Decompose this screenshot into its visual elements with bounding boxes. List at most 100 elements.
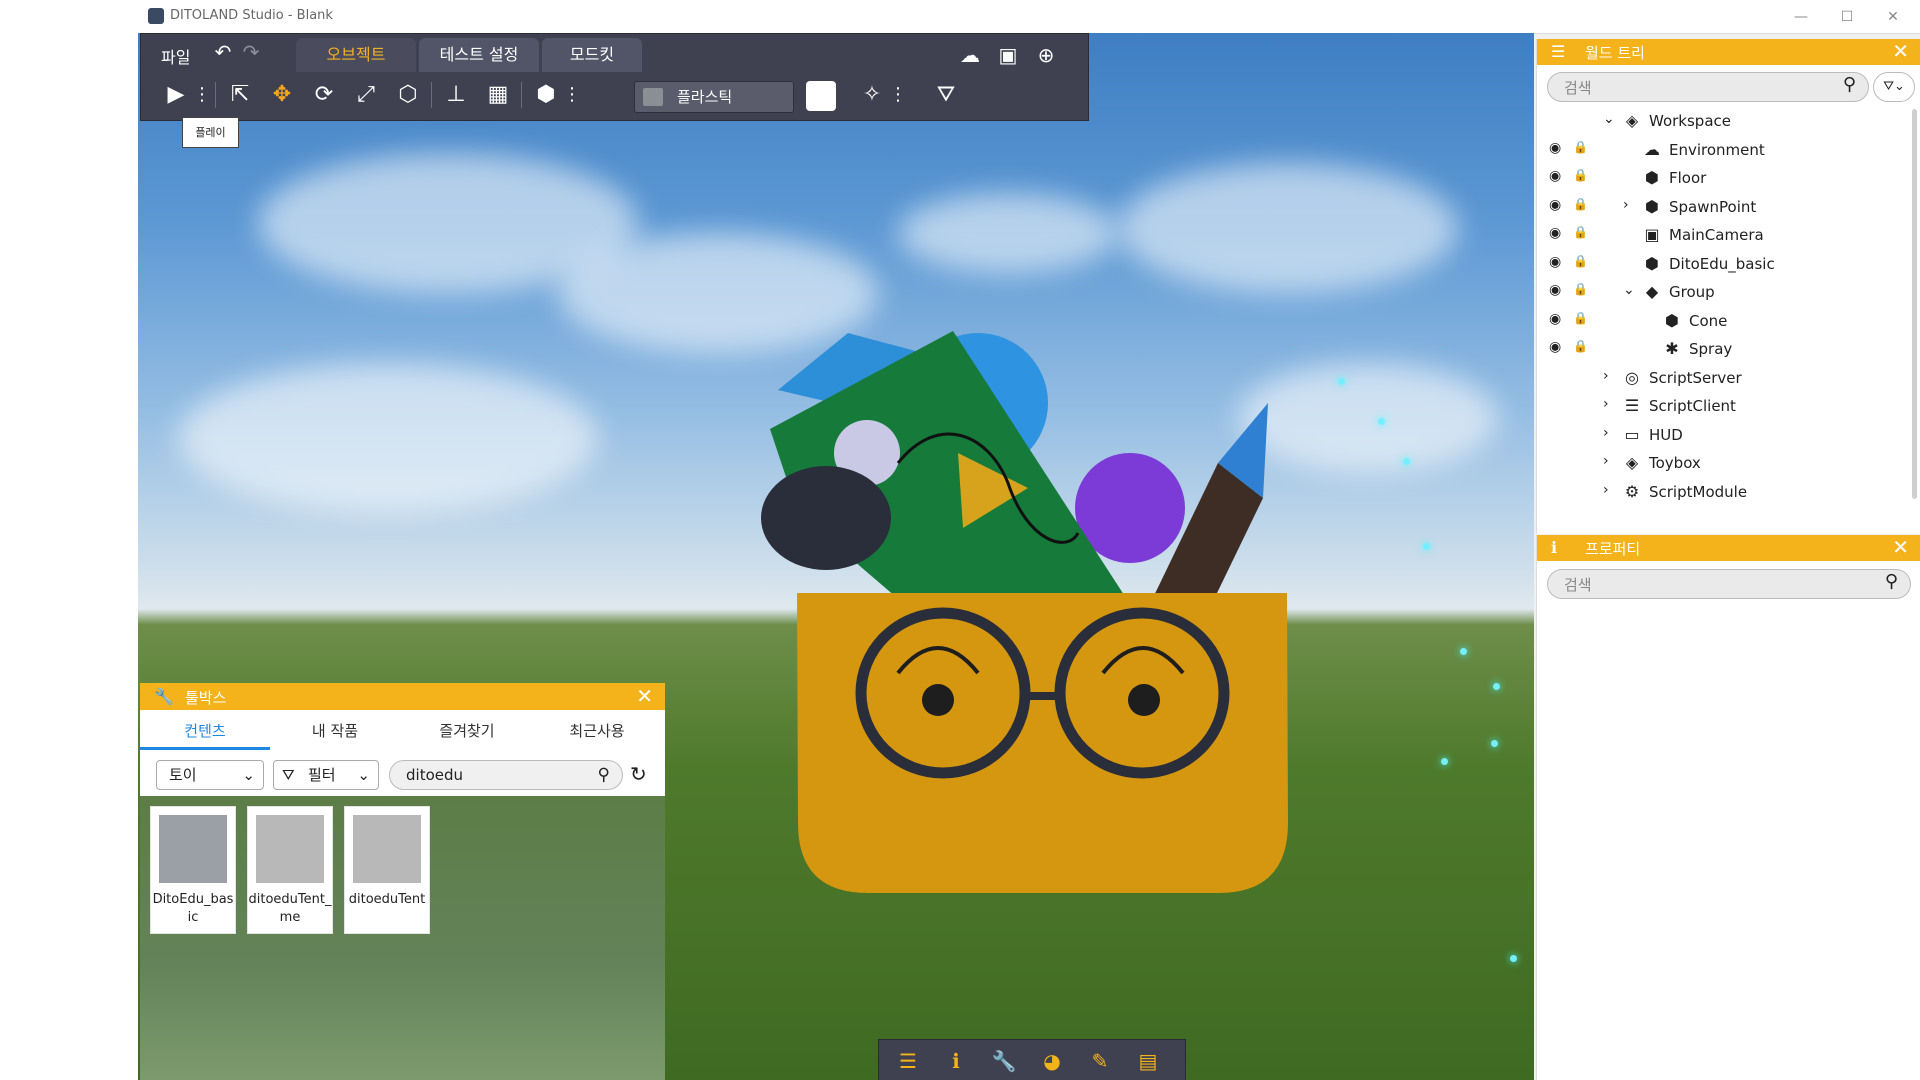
- search-icon[interactable]: ⚲: [598, 761, 610, 789]
- tree-node-label: SpawnPoint: [1669, 197, 1757, 216]
- rotate-tool-icon[interactable]: ⟳: [309, 80, 339, 110]
- tab-test-settings[interactable]: 테스트 설정: [419, 38, 539, 72]
- chevron-right-icon[interactable]: ›: [1603, 482, 1617, 498]
- tab-recent[interactable]: 최근사용: [532, 720, 662, 741]
- tab-favorites[interactable]: 즐겨찾기: [402, 720, 532, 741]
- select-tool-icon[interactable]: ⇱: [225, 80, 255, 110]
- transform-tool-icon[interactable]: ⬡: [393, 80, 423, 110]
- tree-node[interactable]: ◉ 🔒 ⬢ DitoEdu_basic: [1537, 250, 1920, 278]
- eye-icon[interactable]: ◉: [1549, 311, 1561, 327]
- file-menu[interactable]: 파일: [161, 44, 190, 68]
- lock-icon[interactable]: 🔒: [1573, 254, 1588, 268]
- tree-node[interactable]: ◉ 🔒 ⌄ ◆ Group: [1537, 278, 1920, 306]
- visibility-filter-icon[interactable]: ⛛: [931, 80, 961, 110]
- palette-icon[interactable]: ◕: [1037, 1048, 1067, 1074]
- tree-node[interactable]: › ▭ HUD: [1537, 421, 1920, 449]
- tab-modkit[interactable]: 모드킷: [542, 38, 642, 72]
- toolbox-icon[interactable]: 🔧: [989, 1048, 1019, 1074]
- lock-icon[interactable]: 🔒: [1573, 225, 1588, 239]
- category-value: 토이: [169, 766, 197, 784]
- maximize-button[interactable]: ☐: [1824, 4, 1870, 30]
- close-icon[interactable]: ✕: [636, 684, 653, 708]
- move-tool-icon[interactable]: ✥: [267, 80, 297, 110]
- undo-icon[interactable]: ↶: [209, 38, 237, 66]
- tree-node[interactable]: ◉ 🔒 ☁ Environment: [1537, 136, 1920, 164]
- document-icon[interactable]: ▤: [1133, 1048, 1163, 1074]
- tree-scrollbar[interactable]: [1912, 109, 1917, 499]
- close-icon[interactable]: ✕: [1892, 39, 1909, 63]
- minimize-button[interactable]: —: [1778, 4, 1824, 30]
- spray-particle: [1510, 955, 1517, 962]
- tree-filter-button[interactable]: ⛛⌄: [1873, 72, 1915, 102]
- refresh-icon[interactable]: ↻: [630, 762, 647, 786]
- eye-icon[interactable]: ◉: [1549, 197, 1561, 213]
- search-icon[interactable]: ⚲: [1843, 74, 1856, 95]
- tab-my-works[interactable]: 내 작품: [270, 720, 400, 741]
- search-icon[interactable]: ⚲: [1885, 571, 1898, 592]
- group-icon: ◆: [1645, 282, 1659, 301]
- camera-icon: ▣: [1644, 225, 1660, 244]
- scale-tool-icon[interactable]: ⤢: [351, 80, 381, 110]
- properties-search-input[interactable]: 검색 ⚲: [1547, 569, 1911, 599]
- tree-node[interactable]: › ☰ ScriptClient: [1537, 392, 1920, 420]
- tree-node[interactable]: ⌄ ◈ Workspace: [1537, 107, 1920, 135]
- toolbox-item[interactable]: DitoEdu_basic: [150, 806, 236, 934]
- chevron-right-icon[interactable]: ›: [1623, 197, 1637, 213]
- new-file-icon[interactable]: ⊕: [1032, 41, 1060, 69]
- lock-icon[interactable]: 🔒: [1573, 197, 1588, 211]
- toolbox-search-input[interactable]: ditoedu ⚲: [389, 760, 623, 790]
- lock-icon[interactable]: 🔒: [1573, 311, 1588, 325]
- chevron-right-icon[interactable]: ›: [1603, 453, 1617, 469]
- save-icon[interactable]: ▣: [994, 41, 1022, 69]
- script-edit-icon[interactable]: ✎: [1085, 1048, 1115, 1074]
- eye-icon[interactable]: ◉: [1549, 254, 1561, 270]
- toolbox-item[interactable]: ditoeduTent: [344, 806, 430, 934]
- material-select[interactable]: 플라스틱: [634, 81, 794, 113]
- lock-icon[interactable]: 🔒: [1573, 168, 1588, 182]
- close-window-button[interactable]: ✕: [1870, 4, 1916, 30]
- chevron-right-icon[interactable]: ›: [1603, 425, 1617, 441]
- chevron-down-icon: ⌄: [357, 766, 370, 784]
- lock-icon[interactable]: 🔒: [1573, 282, 1588, 296]
- tree-node[interactable]: › ◎ ScriptServer: [1537, 364, 1920, 392]
- script-client-icon: ☰: [1624, 396, 1640, 415]
- chevron-right-icon[interactable]: ›: [1603, 368, 1617, 384]
- eye-icon[interactable]: ◉: [1549, 339, 1561, 355]
- eye-icon[interactable]: ◉: [1549, 140, 1561, 156]
- tree-node[interactable]: ◉ 🔒 ⬢ Cone: [1537, 307, 1920, 335]
- pivot-tool-icon[interactable]: ⊥: [441, 80, 471, 110]
- effects-options-icon[interactable]: ⋮: [883, 80, 913, 110]
- scene-viewport[interactable]: 파일 ↶ ↷ 오브젝트 테스트 설정 모드킷 ☁ ▣ ⊕ ▶ ⋮ ⇱ ✥ ⟳ ⤢…: [138, 33, 1534, 1080]
- tab-object[interactable]: 오브젝트: [296, 38, 416, 72]
- chevron-right-icon[interactable]: ›: [1603, 396, 1617, 412]
- cloud-upload-icon[interactable]: ☁: [956, 41, 984, 69]
- item-name: ditoeduTent_me: [248, 892, 332, 925]
- spray-particle: [1460, 648, 1467, 655]
- chevron-down-icon[interactable]: ⌄: [1623, 282, 1637, 298]
- tree-node[interactable]: ◉ 🔒 ⬢ Floor: [1537, 164, 1920, 192]
- grid-snap-icon[interactable]: ▦: [483, 80, 513, 110]
- world-tree-icon[interactable]: ☰: [893, 1048, 923, 1074]
- tab-contents[interactable]: 컨텐츠: [140, 720, 270, 741]
- eye-icon[interactable]: ◉: [1549, 225, 1561, 241]
- category-dropdown[interactable]: 토이 ⌄: [156, 760, 264, 790]
- world-tree-search-input[interactable]: 검색 ⚲: [1547, 72, 1869, 102]
- filter-dropdown[interactable]: ⛛ 필터 ⌄: [273, 760, 379, 790]
- tree-node[interactable]: › ◈ Toybox: [1537, 449, 1920, 477]
- chevron-down-icon[interactable]: ⌄: [1603, 111, 1617, 127]
- eye-icon[interactable]: ◉: [1549, 168, 1561, 184]
- color-picker[interactable]: [806, 81, 836, 111]
- lock-icon[interactable]: 🔒: [1573, 339, 1588, 353]
- eye-icon[interactable]: ◉: [1549, 282, 1561, 298]
- lock-icon[interactable]: 🔒: [1573, 140, 1588, 154]
- tree-node[interactable]: › ⚙ ScriptModule: [1537, 478, 1920, 506]
- toolbox-item[interactable]: ditoeduTent_me: [247, 806, 333, 934]
- tree-node[interactable]: ◉ 🔒 ✱ Spray: [1537, 335, 1920, 363]
- info-icon[interactable]: ℹ: [941, 1048, 971, 1074]
- redo-icon[interactable]: ↷: [237, 38, 265, 66]
- play-options-icon[interactable]: ⋮: [187, 80, 217, 110]
- part-options-icon[interactable]: ⋮: [557, 80, 587, 110]
- tree-node[interactable]: ◉ 🔒 › ⬢ SpawnPoint: [1537, 193, 1920, 221]
- close-icon[interactable]: ✕: [1892, 535, 1909, 559]
- tree-node[interactable]: ◉ 🔒 ▣ MainCamera: [1537, 221, 1920, 249]
